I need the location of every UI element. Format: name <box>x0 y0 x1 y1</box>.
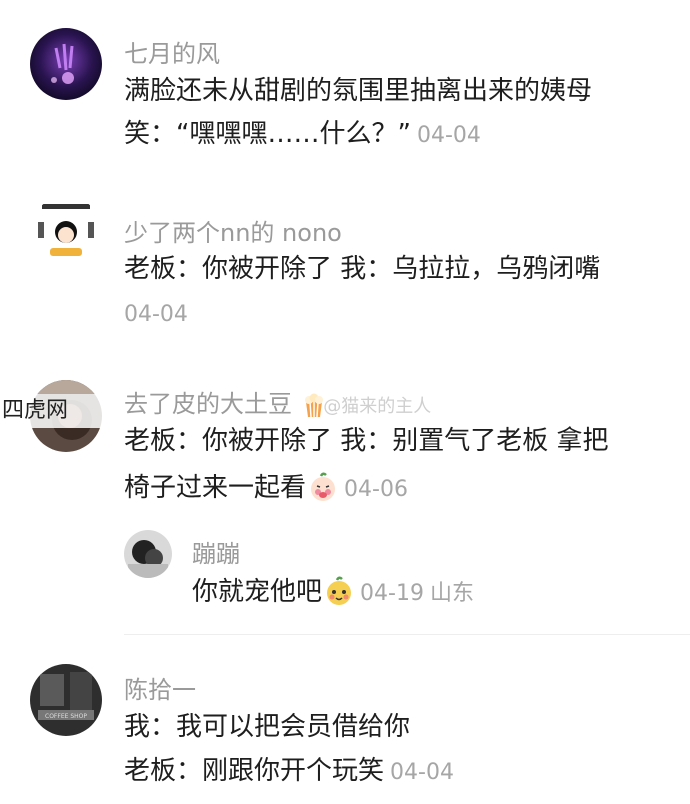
comment-author[interactable]: 七月的风 <box>124 34 220 69</box>
comment-text: 老板：你被开除了 我：乌拉拉，乌鸦闭嘴 <box>124 254 601 284</box>
comment-text: 笑：“嘿嘿嘿……什么？” 04-04 <box>124 121 481 147</box>
comment-time: 04-04 <box>390 760 454 785</box>
comment-text: 我：我可以把会员借给你 <box>124 712 411 742</box>
watermark: 四虎网 <box>0 394 104 428</box>
avatar-label: COFFEE SHOP <box>45 713 87 720</box>
cute-face-icon <box>324 576 354 611</box>
reply-time: 04-19 <box>360 581 424 606</box>
divider <box>124 634 690 635</box>
comment-author[interactable]: 去了皮的大土豆 @猫来的主人 <box>124 384 431 424</box>
comment-text-line: 老板：刚跟你开个玩笑 <box>124 756 385 786</box>
reply-author[interactable]: 蹦蹦 <box>192 534 240 569</box>
shy-face-icon <box>308 472 338 507</box>
comment-time: 04-06 <box>344 477 408 502</box>
comment-text-line: 椅子过来一起看 <box>124 473 307 503</box>
reply-avatar[interactable] <box>124 530 172 578</box>
avatar[interactable] <box>30 28 102 100</box>
comment-text: 老板：刚跟你开个玩笑 04-04 <box>124 758 454 784</box>
comment-author[interactable]: 陈拾一 <box>124 670 196 705</box>
reply-text: 你就宠他吧 04-19 山东 <box>192 576 474 611</box>
reply-location: 山东 <box>429 581 474 606</box>
comment-time: 04-04 <box>416 123 481 148</box>
comment-text-line: 笑：“嘿嘿嘿……什么？” <box>124 119 411 149</box>
avatar[interactable] <box>30 196 102 268</box>
avatar[interactable]: COFFEE SHOP <box>30 664 102 736</box>
comment-text: 满脸还未从甜剧的氛围里抽离出来的姨母 <box>124 76 593 106</box>
author-overlay: @猫来的主人 <box>323 396 432 417</box>
author-name[interactable]: 去了皮的大土豆 <box>124 390 292 418</box>
comment-text: 老板：你被开除了 我：别置气了老板 拿把 <box>124 426 609 456</box>
comment-author[interactable]: 少了两个nn的 nono <box>124 213 342 248</box>
comment-time: 04-04 <box>124 302 188 327</box>
reply-text-line: 你就宠他吧 <box>192 577 323 607</box>
comment-text: 椅子过来一起看 04-06 <box>124 472 408 507</box>
